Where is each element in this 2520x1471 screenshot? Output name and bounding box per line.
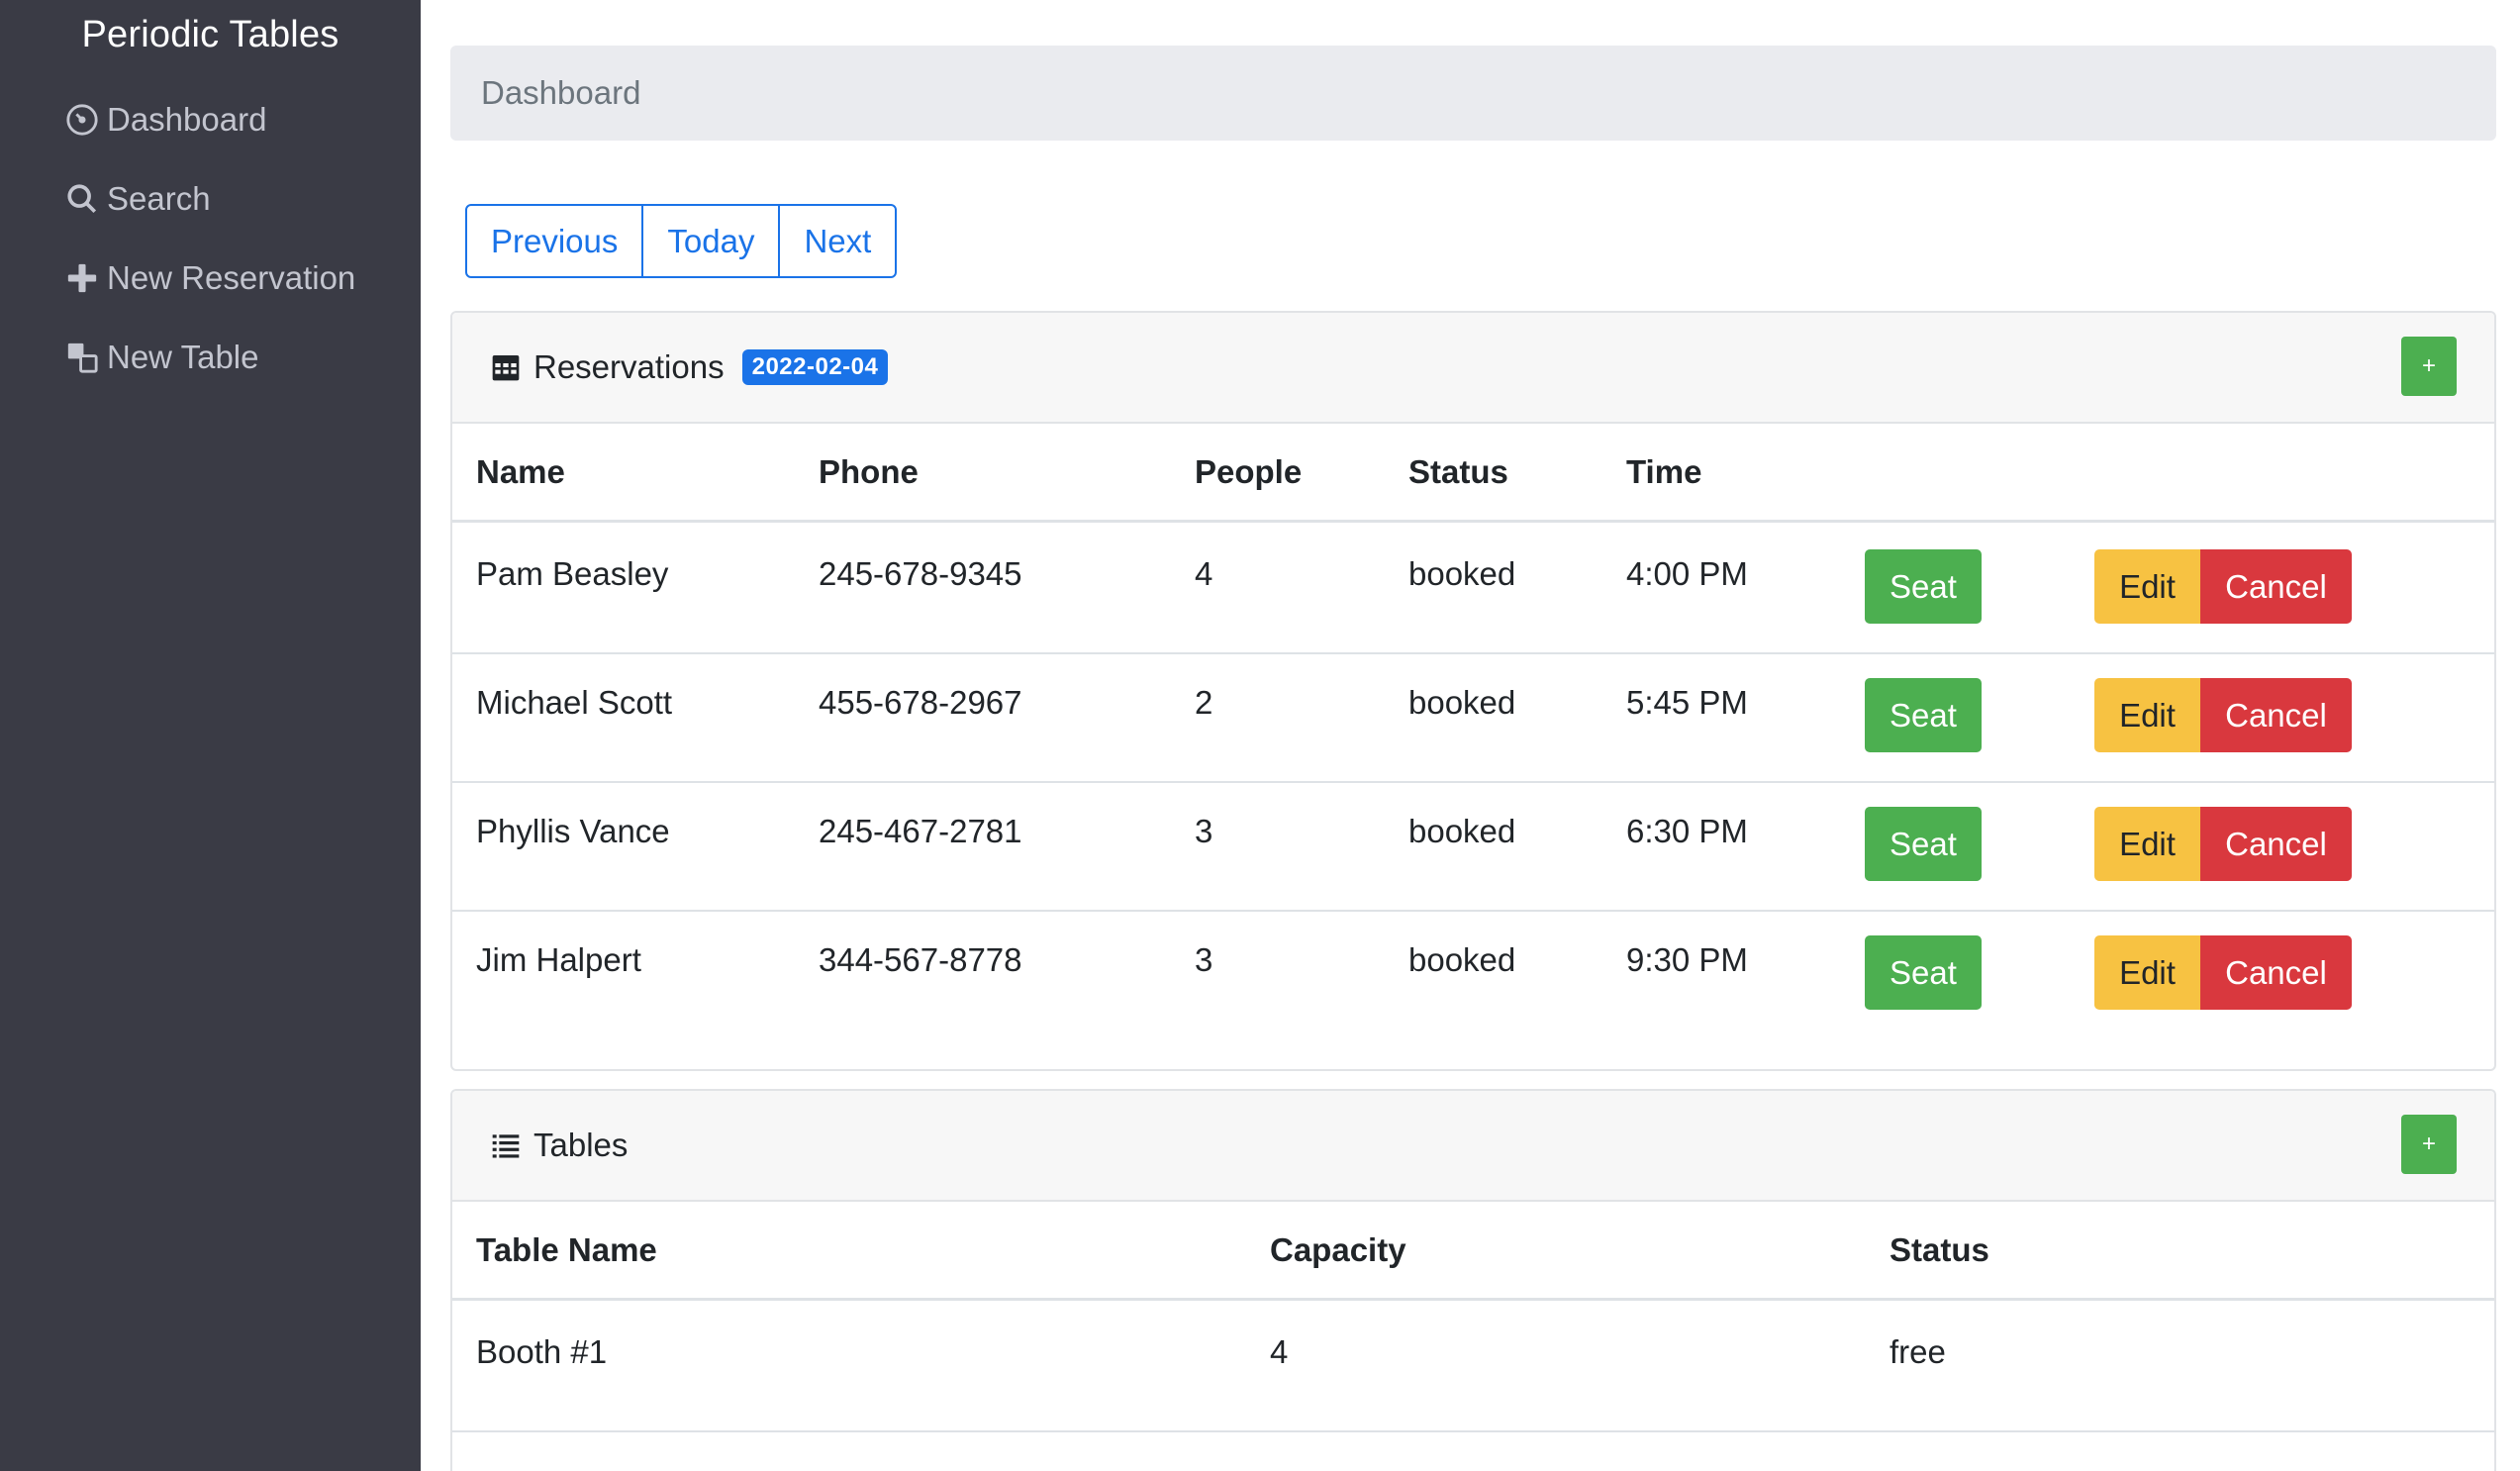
date-navigation: Previous Today Next <box>465 204 898 278</box>
sidebar-item-dashboard[interactable]: Dashboard <box>65 95 266 145</box>
table-name: Booth #1 <box>476 1333 608 1370</box>
cancel-button[interactable]: Cancel <box>2200 935 2352 1010</box>
reservation-phone: 455-678-2967 <box>819 684 1022 721</box>
table-row: Michael Scott 455-678-2967 2 booked 5:45… <box>452 654 2494 783</box>
reservation-time: 4:00 PM <box>1626 555 1748 592</box>
cancel-button[interactable]: Cancel <box>2200 678 2352 752</box>
reservations-card: Reservations 2022-02-04 + Name Phone Peo… <box>450 311 2496 1071</box>
reservation-status: booked <box>1408 684 1516 721</box>
cancel-button[interactable]: Cancel <box>2200 807 2352 881</box>
reservation-status: booked <box>1408 555 1516 592</box>
reservations-table-header: Name Phone People Status Time <box>452 424 2494 523</box>
column-header-people: People <box>1195 453 1303 490</box>
date-badge: 2022-02-04 <box>741 349 889 385</box>
sidebar: Periodic Tables Dashboard Search New Res… <box>0 0 421 1471</box>
table-icon <box>67 343 98 373</box>
next-button[interactable]: Next <box>778 204 898 278</box>
edit-button[interactable]: Edit <box>2094 935 2200 1010</box>
reservation-name: Michael Scott <box>476 684 673 721</box>
sidebar-item-new-reservation[interactable]: New Reservation <box>65 253 355 303</box>
add-table-button[interactable]: + <box>2401 1115 2457 1174</box>
search-icon <box>67 184 97 214</box>
table-row: Pam Beasley 245-678-9345 4 booked 4:00 P… <box>452 526 2494 654</box>
main-content: Dashboard Previous Today Next Reservatio… <box>421 0 2520 1471</box>
reservation-time: 9:30 PM <box>1626 941 1748 978</box>
reservation-people: 4 <box>1195 555 1213 592</box>
table-row: Booth #1 4 free <box>452 1304 2494 1432</box>
reservation-time: 5:45 PM <box>1626 684 1748 721</box>
brand-title[interactable]: Periodic Tables <box>0 14 421 56</box>
reservation-name: Phyllis Vance <box>476 813 670 849</box>
tables-card: Tables + Table Name Capacity Status Boot… <box>450 1089 2496 1471</box>
edit-button[interactable]: Edit <box>2094 549 2200 624</box>
reservation-phone: 344-567-8778 <box>819 941 1022 978</box>
sidebar-item-new-table[interactable]: New Table <box>65 333 258 382</box>
tables-title: Tables <box>490 1121 628 1170</box>
sidebar-item-label: New Table <box>107 339 259 375</box>
dashboard-icon <box>66 104 98 136</box>
table-status: free <box>1890 1333 1946 1370</box>
seat-button[interactable]: Seat <box>1865 807 1982 881</box>
today-button[interactable]: Today <box>641 204 781 278</box>
reservations-title: Reservations 2022-02-04 <box>490 343 889 392</box>
column-header-name: Name <box>476 453 565 490</box>
column-header-table-name: Table Name <box>476 1231 657 1268</box>
column-header-phone: Phone <box>819 453 919 490</box>
reservation-name: Pam Beasley <box>476 555 669 592</box>
list-icon <box>492 1134 520 1158</box>
sidebar-item-label: New Reservation <box>107 259 356 296</box>
reservation-time: 6:30 PM <box>1626 813 1748 849</box>
edit-button[interactable]: Edit <box>2094 807 2200 881</box>
table-row: Phyllis Vance 245-467-2781 3 booked 6:30… <box>452 783 2494 912</box>
column-header-time: Time <box>1626 453 1702 490</box>
table-capacity: 4 <box>1270 1333 1289 1370</box>
edit-button[interactable]: Edit <box>2094 678 2200 752</box>
previous-button[interactable]: Previous <box>465 204 644 278</box>
app-root: Periodic Tables Dashboard Search New Res… <box>0 0 2520 1471</box>
seat-button[interactable]: Seat <box>1865 678 1982 752</box>
add-reservation-button[interactable]: + <box>2401 337 2457 396</box>
reservation-name: Jim Halpert <box>476 941 641 978</box>
sidebar-item-search[interactable]: Search <box>65 174 211 224</box>
reservation-phone: 245-467-2781 <box>819 813 1022 849</box>
cancel-button[interactable]: Cancel <box>2200 549 2352 624</box>
column-header-capacity: Capacity <box>1270 1231 1406 1268</box>
reservation-people: 2 <box>1195 684 1213 721</box>
tables-header: Tables + <box>452 1091 2494 1202</box>
breadcrumb: Dashboard <box>450 46 2496 141</box>
reservations-title-text: Reservations <box>533 348 725 385</box>
seat-button[interactable]: Seat <box>1865 549 1982 624</box>
reservation-people: 3 <box>1195 813 1213 849</box>
calendar-icon <box>492 355 520 381</box>
table-row: Jim Halpert 344-567-8778 3 booked 9:30 P… <box>452 912 2494 1040</box>
tables-title-text: Tables <box>533 1127 629 1163</box>
reservation-status: booked <box>1408 813 1516 849</box>
seat-button[interactable]: Seat <box>1865 935 1982 1010</box>
column-header-status: Status <box>1890 1231 1989 1268</box>
reservation-status: booked <box>1408 941 1516 978</box>
column-header-status: Status <box>1408 453 1508 490</box>
plus-icon <box>67 263 97 293</box>
reservation-phone: 245-678-9345 <box>819 555 1022 592</box>
sidebar-item-label: Dashboard <box>107 101 267 138</box>
reservations-header: Reservations 2022-02-04 + <box>452 313 2494 424</box>
tables-table-header: Table Name Capacity Status <box>452 1202 2494 1301</box>
breadcrumb-item: Dashboard <box>481 74 641 111</box>
sidebar-item-label: Search <box>107 180 211 217</box>
reservation-people: 3 <box>1195 941 1213 978</box>
